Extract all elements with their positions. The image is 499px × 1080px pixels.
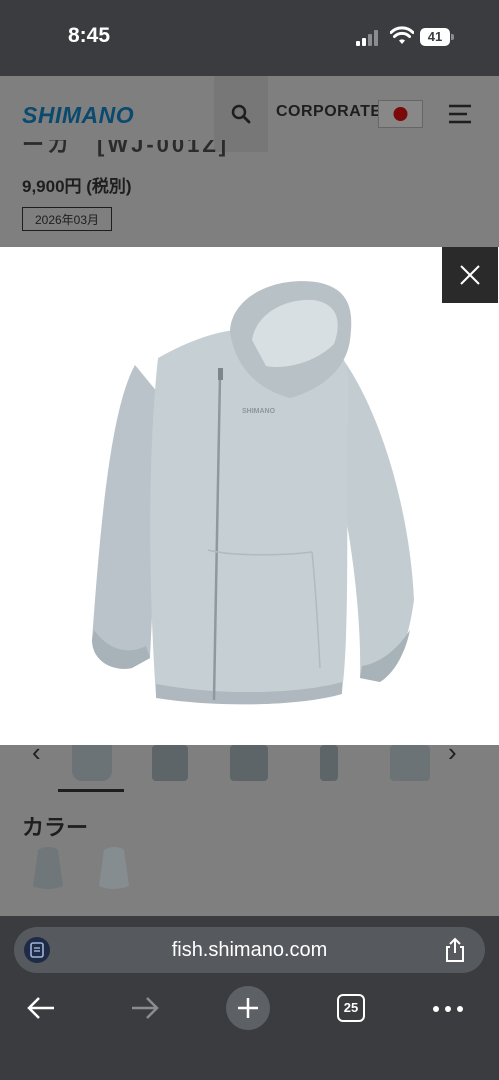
status-bar: 8:45 41 <box>0 0 499 76</box>
thumbnail-item[interactable] <box>320 745 338 781</box>
url-text[interactable]: fish.shimano.com <box>0 939 499 962</box>
wifi-icon <box>390 26 414 44</box>
shimano-logo[interactable]: SHIMANO <box>22 102 134 129</box>
close-viewer-button[interactable] <box>442 247 498 303</box>
more-options-icon[interactable] <box>432 1005 464 1013</box>
hoodie-jacket-image[interactable]: SHIMANO <box>80 270 420 710</box>
tab-switcher-button[interactable]: 25 <box>337 994 365 1022</box>
japan-flag-icon[interactable] <box>378 100 423 128</box>
cellular-signal-icon <box>356 30 382 46</box>
share-icon[interactable] <box>444 937 466 963</box>
new-tab-button[interactable] <box>226 986 270 1030</box>
hamburger-menu-icon[interactable] <box>447 103 473 125</box>
color-swatch-gray[interactable] <box>30 846 66 892</box>
product-price: 9,900円 (税別) <box>22 177 132 196</box>
thumbnail-item[interactable] <box>230 745 268 781</box>
corporate-link[interactable]: CORPORATE <box>276 103 382 121</box>
active-thumbnail-indicator <box>58 789 124 792</box>
search-icon <box>231 104 251 124</box>
status-time: 8:45 <box>68 24 111 47</box>
thumbnail-item[interactable] <box>152 745 188 781</box>
color-section-heading: カラー <box>22 815 89 840</box>
thumbnail-prev-arrow[interactable]: ‹ <box>32 737 41 768</box>
release-date-badge: 2026年03月 <box>22 207 112 231</box>
color-swatch-light-gray[interactable] <box>96 846 132 892</box>
product-title: ーカ [WJ-001Z] <box>22 140 230 157</box>
forward-arrow-icon[interactable] <box>130 993 160 1023</box>
close-icon <box>460 265 480 285</box>
plus-icon <box>238 998 258 1018</box>
thumbnail-next-arrow[interactable]: › <box>448 737 457 768</box>
back-arrow-icon[interactable] <box>26 993 56 1023</box>
battery-icon: 41 <box>420 28 454 46</box>
jacket-chest-logo: SHIMANO <box>242 408 276 415</box>
thumbnail-item[interactable] <box>390 745 430 781</box>
thumbnail-item[interactable] <box>72 745 112 781</box>
